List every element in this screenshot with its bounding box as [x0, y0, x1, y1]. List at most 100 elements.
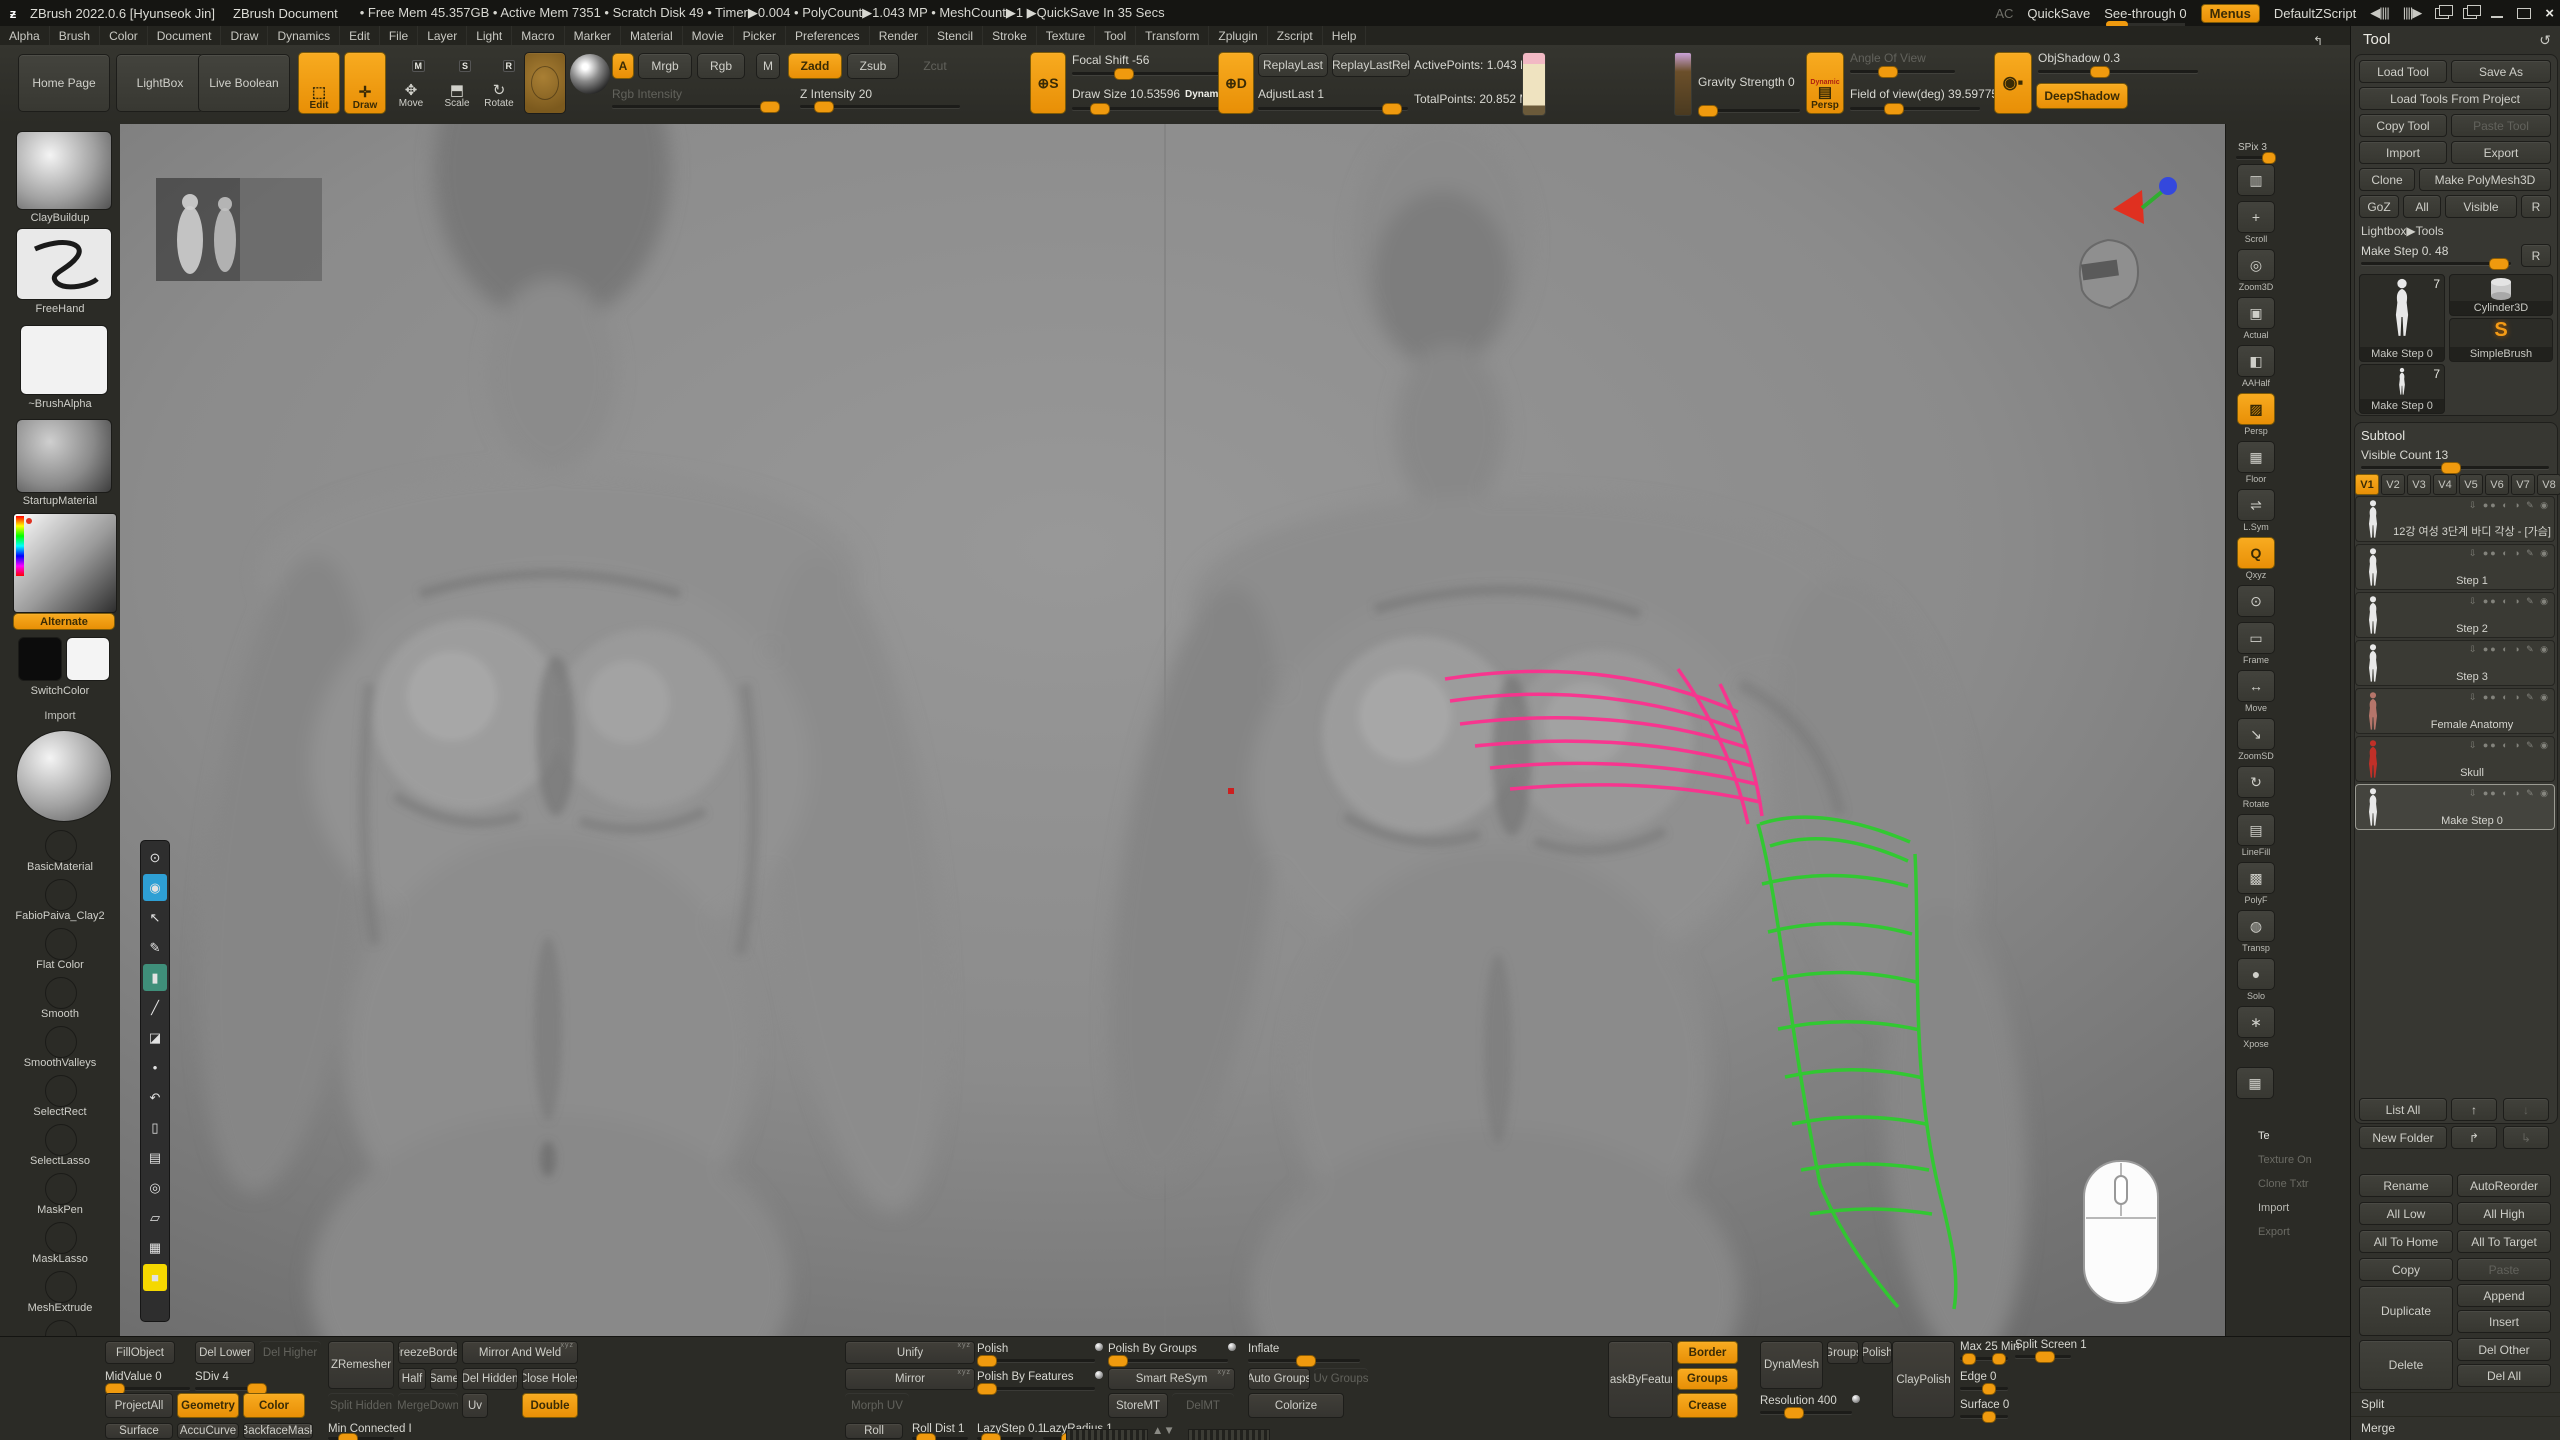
fov-slider[interactable]: Field of view(deg) 39.59775: [1850, 87, 1998, 101]
edge-slider[interactable]: Edge 0: [1960, 1371, 1996, 1383]
switch-color-label[interactable]: SwitchColor: [0, 685, 120, 697]
annotation-tool-icon[interactable]: ■: [143, 1264, 167, 1291]
rgb-intensity-slider[interactable]: Rgb Intensity: [612, 87, 682, 101]
split-section[interactable]: Split: [2351, 1392, 2560, 1415]
menu-item[interactable]: Stencil: [928, 26, 983, 45]
double-button[interactable]: Double: [522, 1393, 578, 1418]
goz-button[interactable]: GoZ: [2359, 195, 2399, 218]
shelf-toggle-button[interactable]: +: [2237, 201, 2275, 233]
clay-buildup-brush-thumb[interactable]: [16, 131, 112, 210]
resolution-slider[interactable]: Resolution 400: [1760, 1395, 1837, 1407]
version-tab[interactable]: V2: [2381, 474, 2405, 495]
shelf-item-thumb[interactable]: [45, 1173, 77, 1205]
lightbox-tools-row[interactable]: Lightbox▶Tools: [2361, 224, 2444, 238]
version-tab[interactable]: V5: [2459, 474, 2483, 495]
move-out-button[interactable]: ↱: [2451, 1126, 2497, 1149]
version-tab[interactable]: V3: [2407, 474, 2431, 495]
movie-camera-button[interactable]: ◉▪: [1994, 52, 2032, 114]
insert-button[interactable]: Insert: [2457, 1310, 2551, 1333]
shelf-item-thumb[interactable]: [45, 1124, 77, 1156]
fov-track[interactable]: [1850, 107, 1980, 110]
max-min-sliders[interactable]: Max 25 Min: [1960, 1341, 2019, 1353]
del-all-button[interactable]: Del All: [2457, 1364, 2551, 1387]
shelf-item-thumb[interactable]: [45, 977, 77, 1009]
shelf-item-thumb[interactable]: [45, 1075, 77, 1107]
auto-groups-button[interactable]: Auto Groups: [1248, 1368, 1310, 1390]
second-tool-thumb[interactable]: 7 Make Step 0: [2359, 364, 2445, 414]
texture-import-label[interactable]: Import: [2258, 1202, 2350, 1214]
canvas-scrollbar-right[interactable]: [1188, 1429, 1270, 1440]
all-to-home-button[interactable]: All To Home: [2359, 1230, 2453, 1253]
subtool-row-icons[interactable]: ⇩ ●● ◐ ◑ ✎ ◉: [2469, 548, 2550, 559]
merge-down-button[interactable]: MergeDown: [398, 1393, 458, 1418]
rename-button[interactable]: Rename: [2359, 1174, 2453, 1197]
goz-r-button[interactable]: R: [2521, 195, 2551, 218]
menu-item[interactable]: Draw: [221, 26, 268, 45]
shelf-toggle-button[interactable]: ▦: [2237, 441, 2275, 473]
spix-handle[interactable]: [2262, 152, 2276, 164]
shelf-item-thumb[interactable]: [45, 928, 77, 960]
draw-size-slider[interactable]: Draw Size 10.53596: [1072, 87, 1180, 101]
replay-last-rel-button[interactable]: ReplayLastRel: [1332, 53, 1410, 77]
goz-visible-button[interactable]: Visible: [2445, 195, 2517, 218]
palette-dock-right-icon[interactable]: [2463, 8, 2477, 19]
shelf-item-thumb[interactable]: [45, 1271, 77, 1303]
polish-by-groups-track[interactable]: [1108, 1359, 1228, 1362]
delete-button[interactable]: Delete: [2359, 1340, 2453, 1390]
panel-collapse-icon[interactable]: ↰: [2313, 34, 2323, 48]
annotation-tool-icon[interactable]: ▱: [143, 1204, 167, 1231]
stroke-s-icon[interactable]: ⊕S: [1030, 52, 1066, 114]
adjust-last-track[interactable]: [1258, 107, 1408, 110]
polish-by-features-slider[interactable]: Polish By Features: [977, 1371, 1074, 1383]
all-low-button[interactable]: All Low: [2359, 1202, 2453, 1225]
shelf-item-thumb[interactable]: [45, 1222, 77, 1254]
replay-last-button[interactable]: ReplayLast: [1258, 53, 1328, 77]
load-tool-button[interactable]: Load Tool: [2359, 60, 2447, 83]
copy-button[interactable]: Copy: [2359, 1258, 2453, 1281]
restore-button[interactable]: [2517, 8, 2531, 19]
rgb-intensity-handle[interactable]: [760, 101, 780, 113]
menu-item[interactable]: Document: [148, 26, 222, 45]
project-all-button[interactable]: ProjectAll: [105, 1393, 173, 1418]
edge-track[interactable]: [1960, 1387, 2008, 1390]
polish-slider[interactable]: Polish: [977, 1343, 1008, 1355]
menu-item[interactable]: Render: [870, 26, 928, 45]
version-tab[interactable]: V6: [2485, 474, 2509, 495]
subtool-row-icons[interactable]: ⇩ ●● ◐ ◑ ✎ ◉: [2469, 740, 2550, 751]
uv-groups-button[interactable]: Uv Groups: [1314, 1368, 1368, 1390]
make-step-track[interactable]: [2361, 262, 2511, 265]
shelf-toggle-button[interactable]: ▩: [2237, 862, 2275, 894]
focal-shift-track[interactable]: [1072, 72, 1222, 75]
polish-by-features-dot[interactable]: [1095, 1371, 1103, 1379]
roll-button[interactable]: Roll: [845, 1423, 903, 1439]
merge-section[interactable]: Merge: [2351, 1416, 2560, 1439]
del-other-button[interactable]: Del Other: [2457, 1338, 2551, 1361]
menu-item[interactable]: Transform: [1136, 26, 1209, 45]
current-brush-preview[interactable]: [524, 52, 566, 114]
menu-item[interactable]: Dynamics: [268, 26, 340, 45]
subtool-row[interactable]: ⇩ ●● ◐ ◑ ✎ ◉ 12강 여성 3단계 바디 각상 - [가슴]: [2355, 496, 2555, 542]
unify-button[interactable]: Unifyxyz: [845, 1341, 975, 1364]
texture-export-label[interactable]: Export: [2258, 1226, 2350, 1238]
dynamesh-polish-button[interactable]: Polish: [1862, 1341, 1892, 1364]
visible-count-track[interactable]: [2361, 466, 2549, 469]
adjust-last-slider[interactable]: AdjustLast 1: [1258, 87, 1324, 101]
polish-by-features-handle[interactable]: [977, 1383, 997, 1395]
menus-button[interactable]: Menus: [2201, 4, 2260, 23]
spix-track[interactable]: [2236, 156, 2276, 159]
min-handle[interactable]: [1992, 1353, 2006, 1365]
max-min-track[interactable]: [1960, 1357, 2008, 1360]
roll-dist-handle[interactable]: [916, 1433, 936, 1440]
subtool-row[interactable]: ⇩ ●● ◐ ◑ ✎ ◉ Female Anatomy: [2355, 688, 2555, 734]
menu-item[interactable]: Preferences: [786, 26, 870, 45]
accu-curve-button[interactable]: AccuCurve: [177, 1423, 239, 1439]
min-connected-handle[interactable]: [338, 1433, 358, 1440]
zadd-button[interactable]: Zadd: [788, 53, 842, 79]
annotation-tool-icon[interactable]: •: [143, 1054, 167, 1081]
fill-object-button[interactable]: FillObject: [105, 1341, 175, 1364]
lazy-step-handle[interactable]: [981, 1433, 1001, 1440]
draw-size-handle[interactable]: [1090, 103, 1110, 115]
del-hidden-button[interactable]: Del Hidden: [462, 1368, 518, 1390]
shelf-toggle-button[interactable]: ●: [2237, 958, 2275, 990]
mrgb-button[interactable]: Mrgb: [638, 53, 692, 79]
